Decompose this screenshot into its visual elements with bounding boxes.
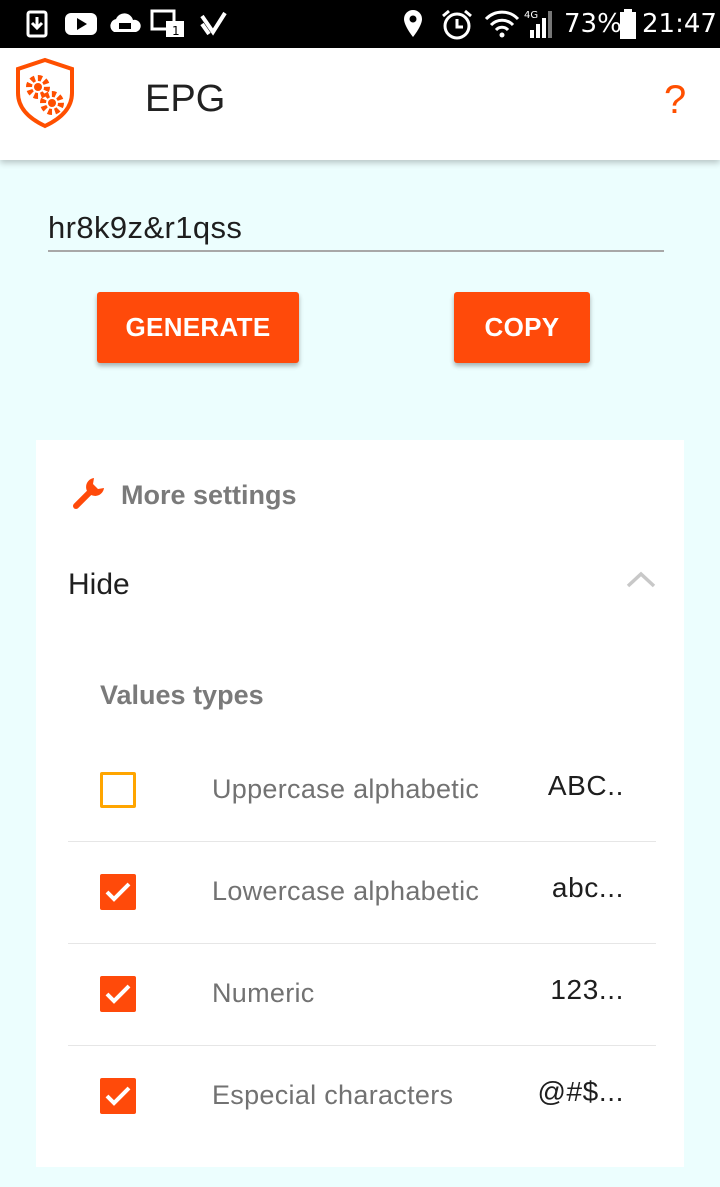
checkmark-icon — [105, 984, 131, 1004]
option-sample: @#$... — [537, 1076, 624, 1107]
wifi-icon — [484, 8, 520, 40]
option-row-numeric[interactable]: Numeric 123... — [68, 944, 656, 1046]
option-sample: ABC.. — [547, 770, 624, 801]
download-icon — [22, 8, 52, 40]
option-row-uppercase[interactable]: Uppercase alphabetic ABC.. — [68, 740, 656, 842]
network-type-label: 4G — [524, 10, 538, 21]
checkbox-uppercase[interactable] — [100, 772, 136, 808]
clock: 21:47 — [642, 9, 717, 39]
app-title: EPG — [145, 78, 226, 120]
option-label: Numeric — [212, 978, 315, 1008]
more-settings-label: More settings — [121, 480, 297, 510]
chevron-up-icon[interactable] — [624, 568, 658, 592]
option-row-lowercase[interactable]: Lowercase alphabetic abc... — [68, 842, 656, 944]
checkbox-special[interactable] — [100, 1078, 136, 1114]
password-field[interactable]: hr8k9z&r1qss — [48, 206, 664, 252]
option-label: Especial characters — [212, 1080, 454, 1110]
location-icon — [402, 8, 424, 40]
copy-button[interactable]: COPY — [454, 292, 590, 363]
app-bar: EPG ? — [0, 48, 720, 160]
youtube-icon — [64, 8, 98, 40]
checkmark-icon — [105, 882, 131, 902]
help-button[interactable]: ? — [664, 78, 686, 123]
checkbox-numeric[interactable] — [100, 976, 136, 1012]
option-sample: 123... — [550, 974, 624, 1005]
hide-toggle[interactable]: Hide — [68, 568, 130, 602]
status-bar: 1 4G 73% 21:47 — [0, 0, 720, 48]
svg-text:1: 1 — [172, 24, 180, 38]
alarm-icon — [440, 8, 474, 40]
checkmark-icon — [105, 1086, 131, 1106]
checkbox-lowercase[interactable] — [100, 874, 136, 910]
option-row-special[interactable]: Especial characters @#$... — [68, 1046, 656, 1148]
generate-button[interactable]: GENERATE — [97, 292, 299, 363]
cloud-game-icon — [108, 8, 142, 40]
signal-icon: 4G — [524, 8, 558, 40]
option-sample: abc... — [551, 872, 624, 903]
battery-icon — [618, 8, 638, 40]
wrench-icon — [72, 474, 108, 510]
gears-shield-icon — [14, 57, 76, 129]
message-icon: 1 — [150, 8, 186, 40]
battery-percent: 73% — [564, 9, 622, 39]
option-label: Uppercase alphabetic — [212, 774, 480, 804]
values-types-heading: Values types — [100, 680, 264, 710]
check-app-icon — [198, 8, 228, 40]
option-label: Lowercase alphabetic — [212, 876, 480, 906]
